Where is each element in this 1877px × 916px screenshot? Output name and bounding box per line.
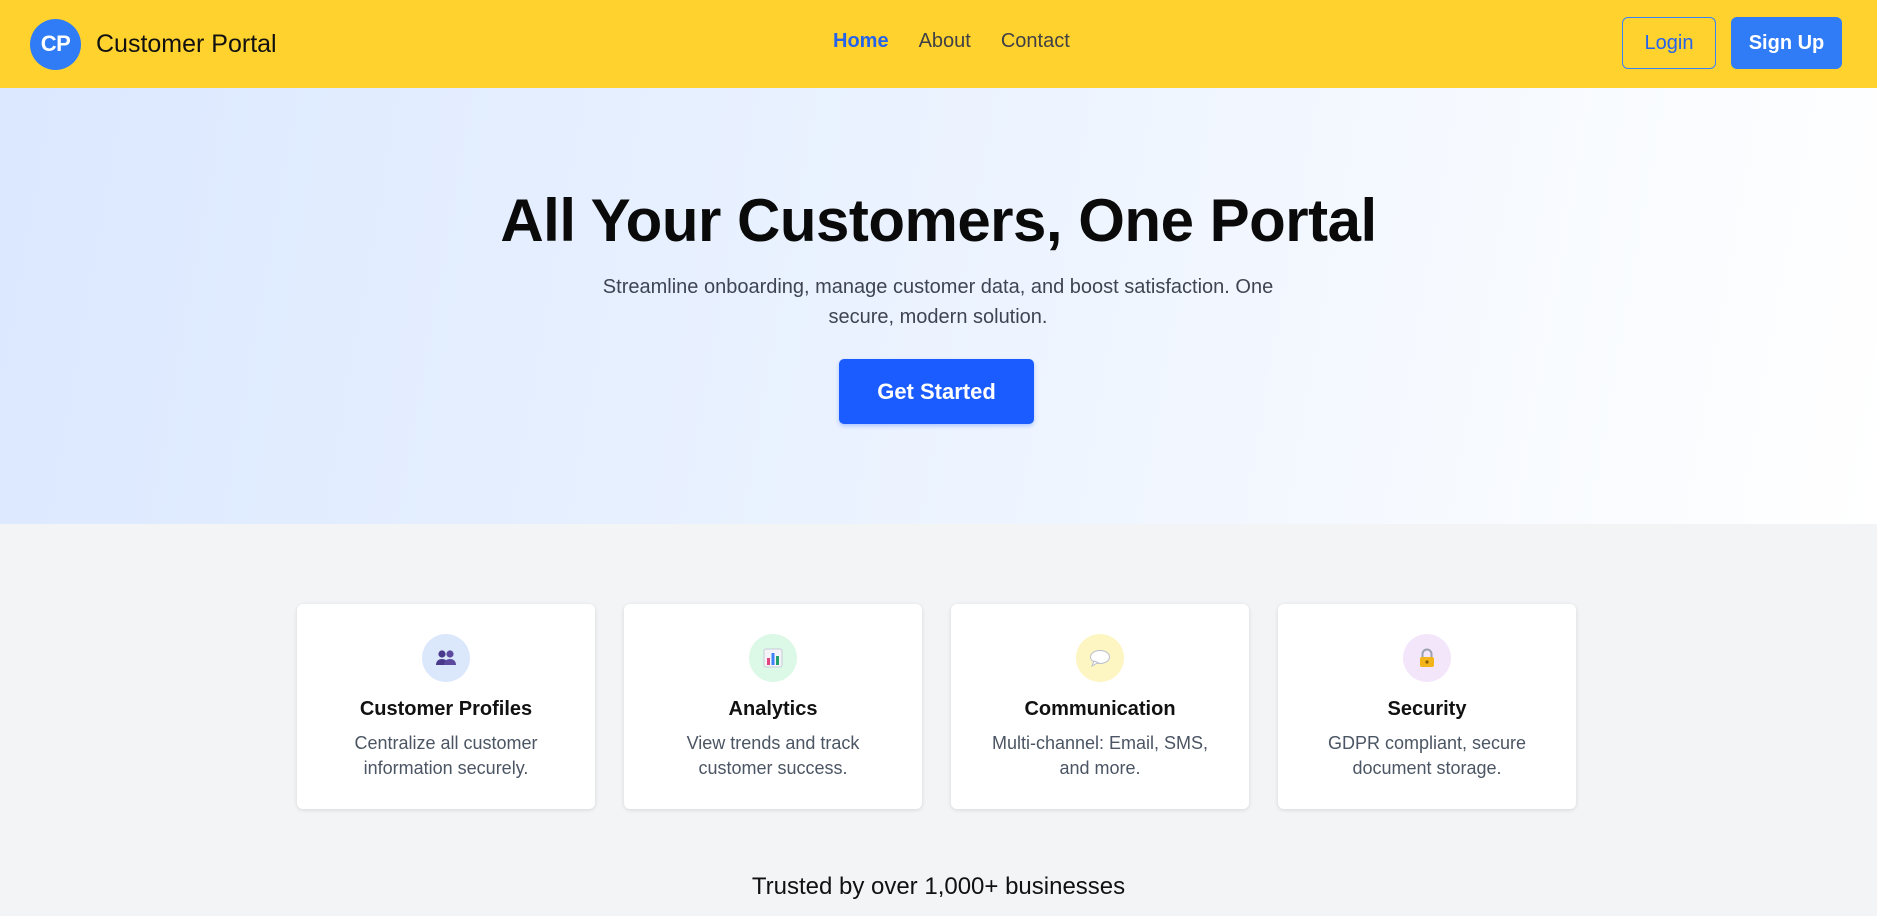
- nav-link-home[interactable]: Home: [833, 30, 889, 53]
- feature-card-analytics: Analytics View trends and track customer…: [624, 604, 922, 809]
- feature-title: Customer Profiles: [359, 698, 533, 720]
- brand[interactable]: CP Customer Portal: [30, 18, 277, 70]
- bar-chart-icon: [749, 634, 797, 682]
- speech-bubble-icon: [1076, 634, 1124, 682]
- hero-section: All Your Customers, One Portal Streamlin…: [0, 88, 1877, 524]
- feature-description: Centralize all customer information secu…: [354, 733, 538, 778]
- lock-icon: [1403, 634, 1451, 682]
- feature-title: Communication: [1024, 698, 1176, 720]
- signup-button[interactable]: Sign Up: [1731, 17, 1842, 69]
- feature-description: View trends and track customer success.: [686, 733, 860, 778]
- nav-link-about[interactable]: About: [919, 30, 971, 53]
- logo-badge: CP: [30, 18, 81, 70]
- feature-title: Security: [1387, 698, 1467, 720]
- feature-card-security: Security GDPR compliant, secure document…: [1278, 604, 1576, 809]
- users-icon: [422, 634, 470, 682]
- hero-title: All Your Customers, One Portal: [500, 187, 1377, 254]
- feature-card-communication: Communication Multi-channel: Email, SMS,…: [951, 604, 1249, 809]
- feature-description: GDPR compliant, secure document storage.: [1327, 733, 1527, 778]
- main-nav: Home About Contact: [833, 30, 1100, 53]
- feature-description: Multi-channel: Email, SMS, and more.: [991, 733, 1209, 778]
- feature-card-profiles: Customer Profiles Centralize all custome…: [297, 604, 595, 809]
- login-button[interactable]: Login: [1622, 17, 1716, 69]
- hero-subtitle: Streamline onboarding, manage customer d…: [602, 276, 1274, 328]
- feature-title: Analytics: [728, 698, 818, 720]
- nav-link-contact[interactable]: Contact: [1001, 30, 1070, 53]
- trusted-by-heading: Trusted by over 1,000+ businesses: [751, 873, 1126, 900]
- get-started-button[interactable]: Get Started: [839, 359, 1034, 424]
- brand-name: Customer Portal: [96, 29, 277, 58]
- top-navbar: CP Customer Portal Home About Contact Lo…: [0, 0, 1877, 88]
